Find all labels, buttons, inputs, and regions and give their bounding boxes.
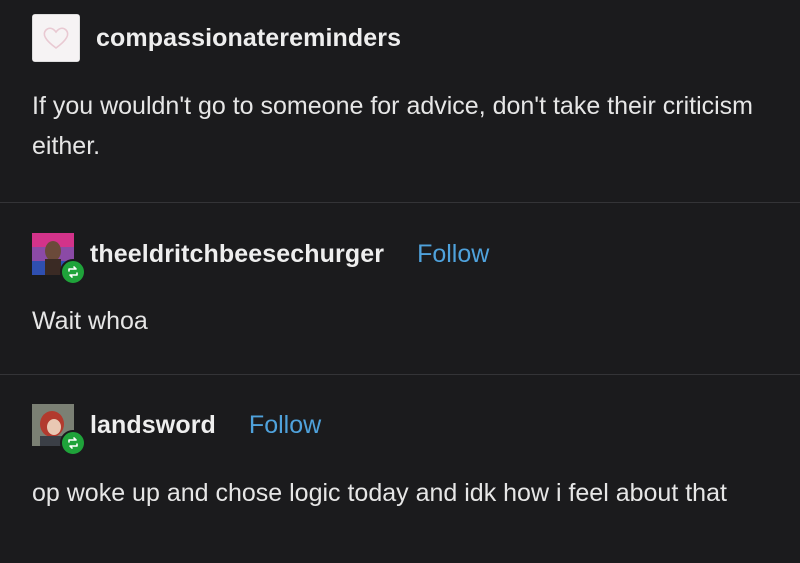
username[interactable]: compassionatereminders: [96, 24, 401, 53]
post-body: If you wouldn't go to someone for advice…: [32, 92, 754, 160]
heart-icon: [33, 15, 79, 61]
divider: [0, 202, 800, 203]
post-body: Wait whoa: [32, 307, 148, 335]
divider: [0, 374, 800, 375]
post-header-reblog: landsword Follow: [32, 404, 321, 456]
avatar[interactable]: [32, 14, 80, 62]
post-header-original: compassionatereminders: [32, 14, 401, 62]
reblog-icon: [60, 430, 86, 456]
avatar[interactable]: [32, 233, 86, 285]
follow-button[interactable]: Follow: [417, 240, 489, 269]
avatar[interactable]: [32, 404, 86, 456]
username[interactable]: landsword: [90, 411, 216, 440]
reblog-icon: [60, 259, 86, 285]
post-body: op woke up and chose logic today and idk…: [32, 479, 727, 507]
follow-button[interactable]: Follow: [249, 411, 321, 440]
post-header-reblog: theeldritchbeesechurger Follow: [32, 233, 489, 285]
reblog-thread: compassionatereminders If you wouldn't g…: [0, 0, 800, 563]
username[interactable]: theeldritchbeesechurger: [90, 240, 384, 269]
